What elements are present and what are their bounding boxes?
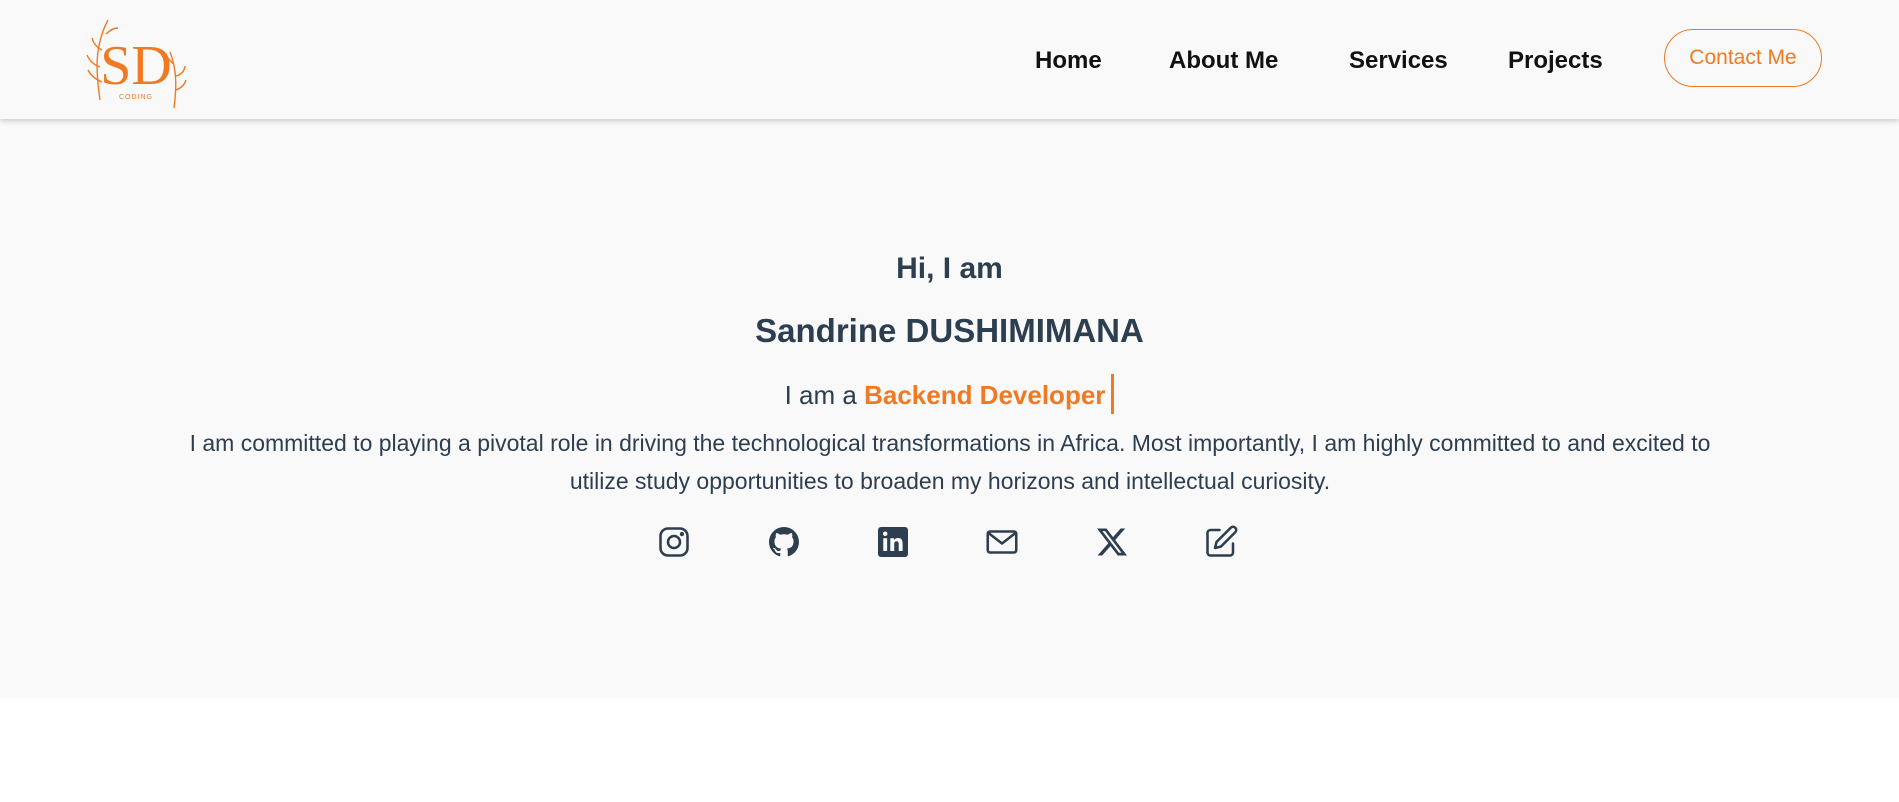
x-icon[interactable] (1094, 524, 1130, 560)
hero-section: Hi, I am Sandrine DUSHIMIMANA I am a Bac… (0, 119, 1899, 698)
svg-text:CODING: CODING (119, 94, 153, 101)
mail-icon[interactable] (984, 524, 1020, 560)
logo[interactable]: SD CODING (78, 12, 188, 110)
role-line: I am a Backend Developer (0, 374, 1899, 414)
edit-icon[interactable] (1203, 524, 1239, 560)
bio-text: I am committed to playing a pivotal role… (189, 430, 1711, 494)
nav-projects[interactable]: Projects (1508, 47, 1603, 75)
contact-me-button[interactable]: Contact Me (1664, 29, 1822, 87)
social-links (0, 524, 1899, 574)
nav-services[interactable]: Services (1349, 47, 1448, 75)
linkedin-icon[interactable] (875, 524, 911, 560)
greeting: Hi, I am (896, 252, 1003, 285)
svg-text:SD: SD (100, 35, 172, 97)
nav-about-me[interactable]: About Me (1169, 47, 1278, 75)
site-header: SD CODING Home About Me Services Project… (0, 0, 1899, 119)
instagram-icon[interactable] (656, 524, 692, 560)
role-prefix: I am a (784, 380, 857, 410)
typing-caret (1111, 374, 1115, 414)
github-icon[interactable] (766, 524, 802, 560)
nav-home[interactable]: Home (1035, 47, 1102, 75)
person-name: Sandrine DUSHIMIMANA (755, 312, 1144, 349)
role-highlight: Backend Developer (864, 380, 1106, 410)
